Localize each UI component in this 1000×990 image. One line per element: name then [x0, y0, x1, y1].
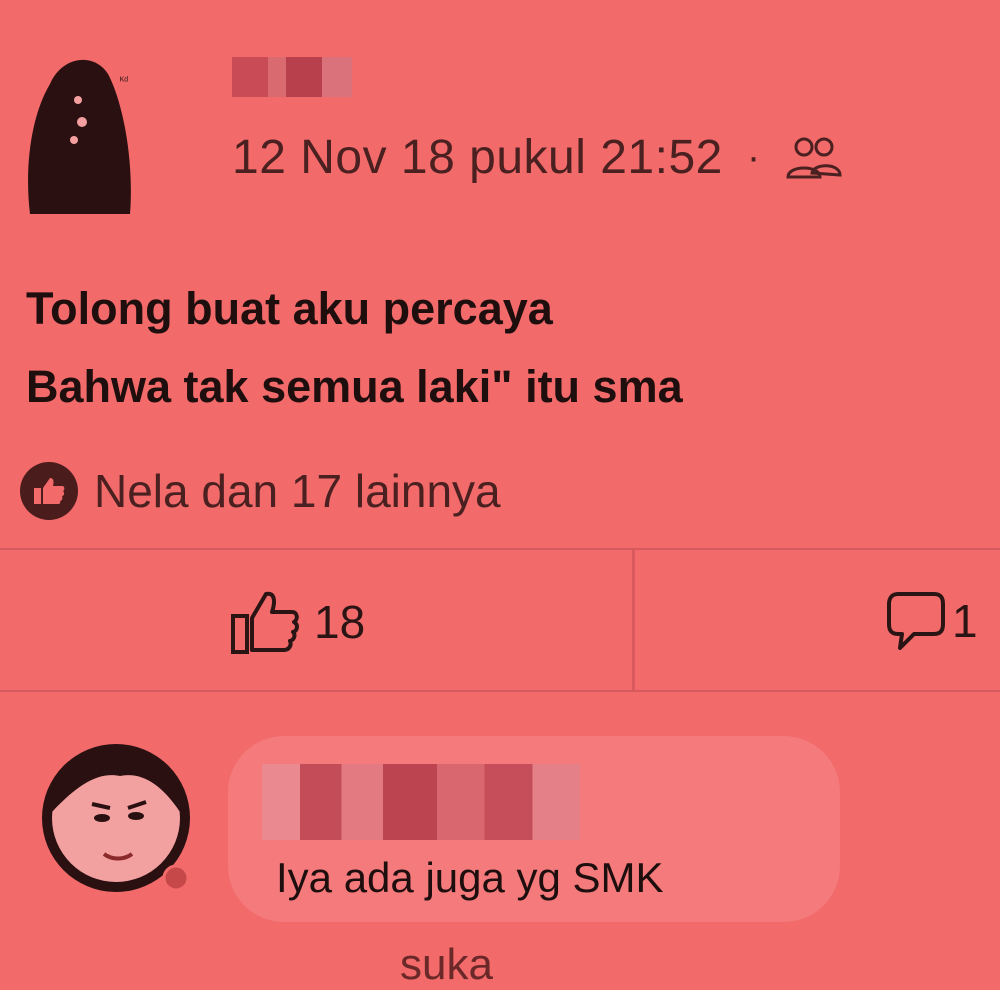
reactions-summary[interactable]: Nela dan 17 lainnya: [20, 462, 501, 520]
comment-button[interactable]: 1: [886, 590, 978, 652]
comment-like-link[interactable]: suka: [400, 940, 493, 990]
commenter-avatar[interactable]: [40, 742, 192, 894]
action-bar-divider-bottom: [0, 690, 1000, 692]
post-line-2: Bahwa tak semua laki" itu sma: [26, 361, 683, 412]
post-body: Tolong buat aku percaya Bahwa tak semua …: [26, 270, 683, 426]
comment-count: 1: [952, 595, 978, 647]
redacted-commenter-name: [262, 764, 580, 840]
like-reaction-icon: [20, 462, 78, 520]
post-line-1: Tolong buat aku percaya: [26, 283, 553, 334]
action-bar-divider: [632, 550, 635, 690]
like-button[interactable]: 18: [230, 588, 365, 656]
meta-separator: ·: [746, 135, 761, 179]
comment-text: Iya ada juga yg SMK: [276, 854, 664, 901]
friends-icon[interactable]: [782, 133, 844, 183]
poster-avatar[interactable]: ᴷᵈ: [22, 44, 142, 222]
like-count: 18: [314, 596, 366, 648]
post-header: ᴷᵈ 12 Nov 18 pukul 21:52 ·: [0, 0, 1000, 240]
reactions-text: Nela dan 17 lainnya: [94, 465, 501, 517]
redacted-poster-name: [232, 57, 352, 97]
post-timestamp[interactable]: 12 Nov 18 pukul 21:52: [232, 130, 723, 185]
action-bar-divider-top: [0, 548, 1000, 550]
post-meta: 12 Nov 18 pukul 21:52 ·: [232, 130, 844, 185]
comment-icon: [887, 592, 945, 650]
thumbs-up-icon: [231, 591, 299, 654]
svg-text:ᴷᵈ: ᴷᵈ: [120, 76, 128, 87]
